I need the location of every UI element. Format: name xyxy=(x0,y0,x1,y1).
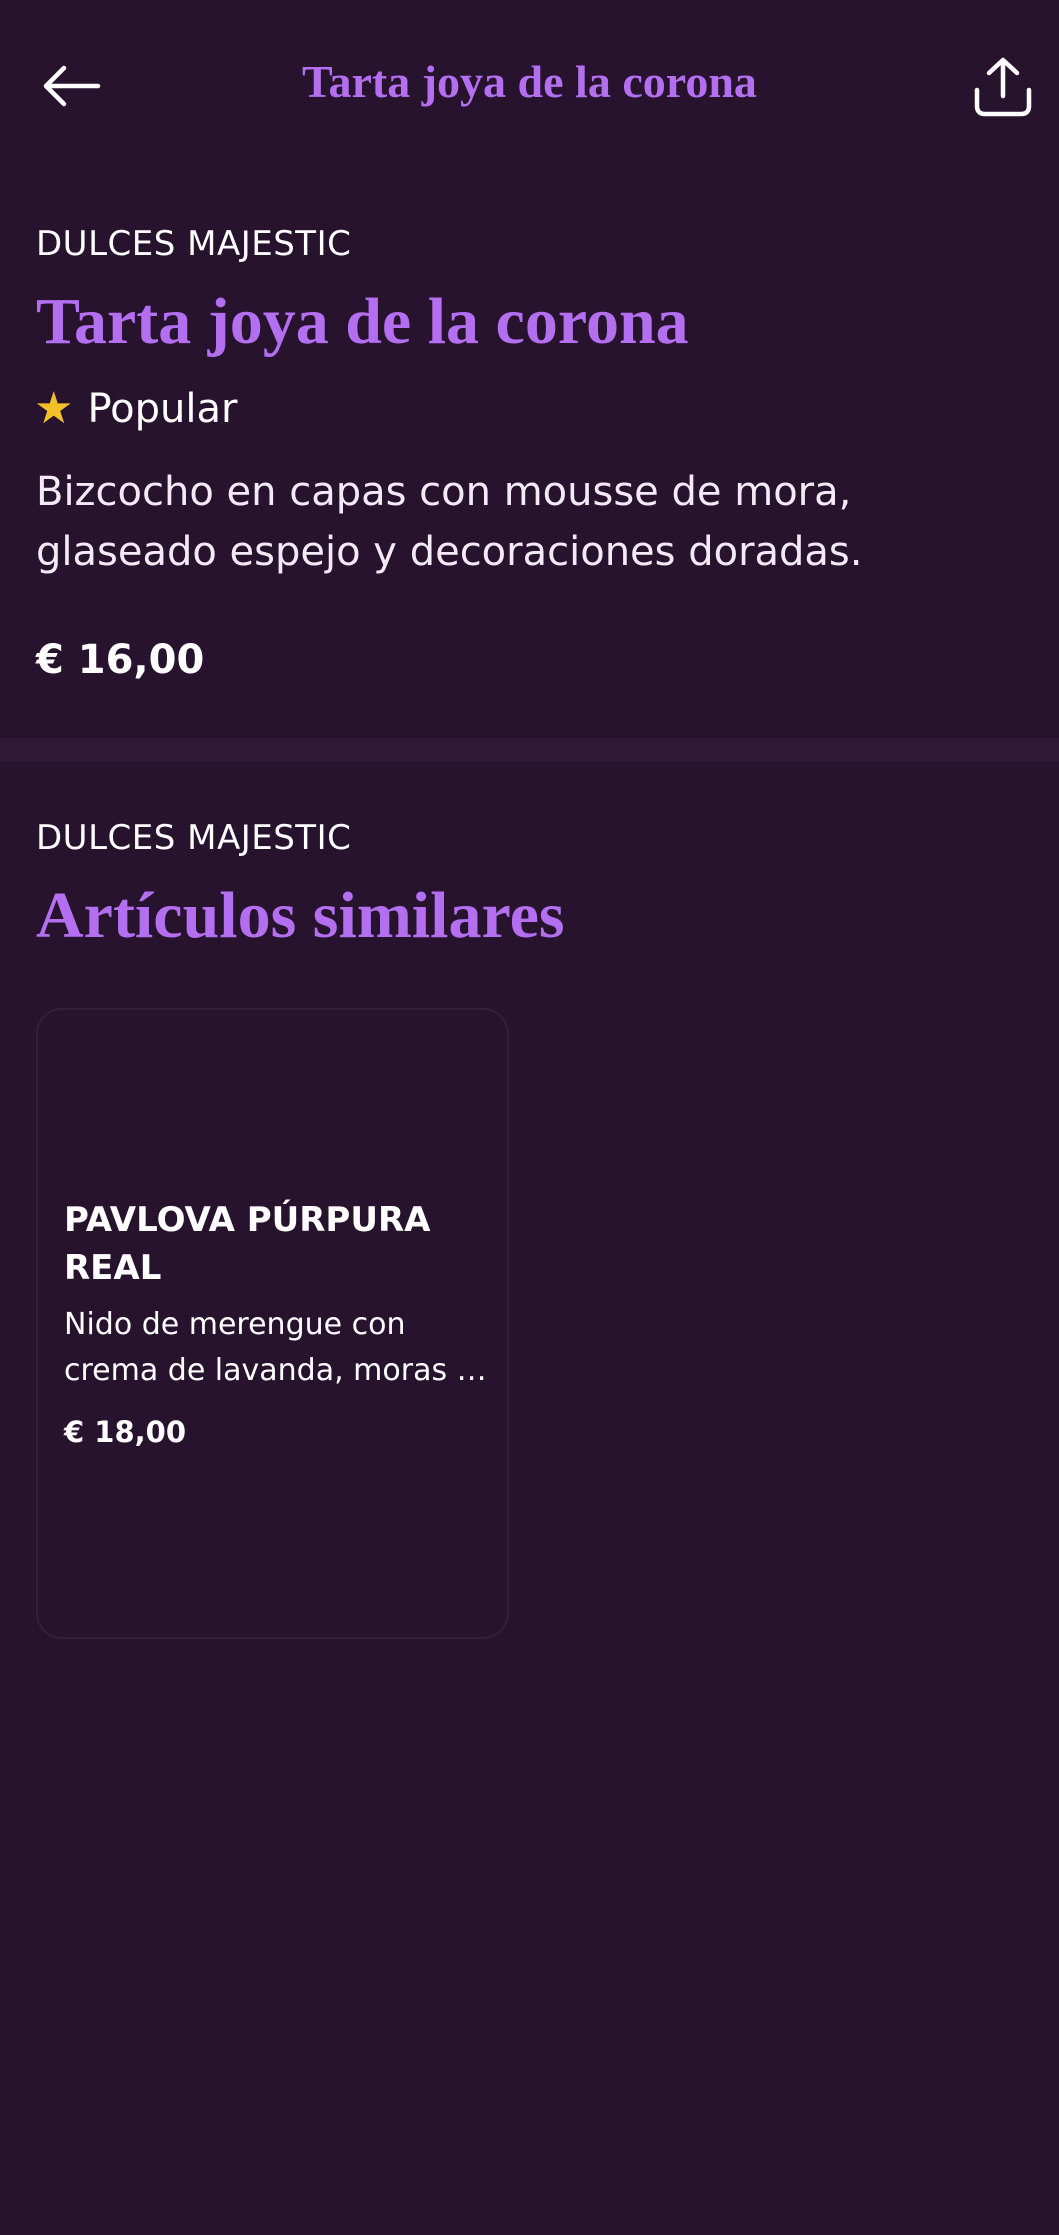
product-price: € 16,00 xyxy=(36,637,205,683)
arrow-left-icon xyxy=(43,65,101,107)
card-item-description: Nido de merengue con crema de lavanda, m… xyxy=(64,1307,475,1388)
badge-label: Popular xyxy=(87,386,238,432)
product-description: Bizcocho en capas con mousse de mora, gl… xyxy=(36,469,863,575)
star-icon: ★ xyxy=(34,383,74,434)
similar-vendor: DULCES MAJESTIC xyxy=(36,818,352,858)
card-item-price: € 18,00 xyxy=(64,1415,187,1449)
top-app-bar: Tarta joya de la corona xyxy=(0,0,1059,170)
section-divider xyxy=(0,738,1059,762)
product-vendor: DULCES MAJESTIC xyxy=(36,224,352,264)
product-title: Tarta joya de la corona xyxy=(36,285,689,358)
share-icon xyxy=(974,57,1032,117)
similar-section-title: Artículos similares xyxy=(36,879,565,952)
back-button[interactable] xyxy=(30,44,114,128)
popular-badge: ★ Popular xyxy=(34,380,237,438)
share-button[interactable] xyxy=(961,44,1045,128)
header-title: Tarta joya de la corona xyxy=(302,56,757,107)
similar-item-card[interactable]: PAVLOVA PÚRPURA REAL Nido de merengue co… xyxy=(36,1008,509,1639)
card-item-name: PAVLOVA PÚRPURA REAL xyxy=(64,1200,431,1288)
